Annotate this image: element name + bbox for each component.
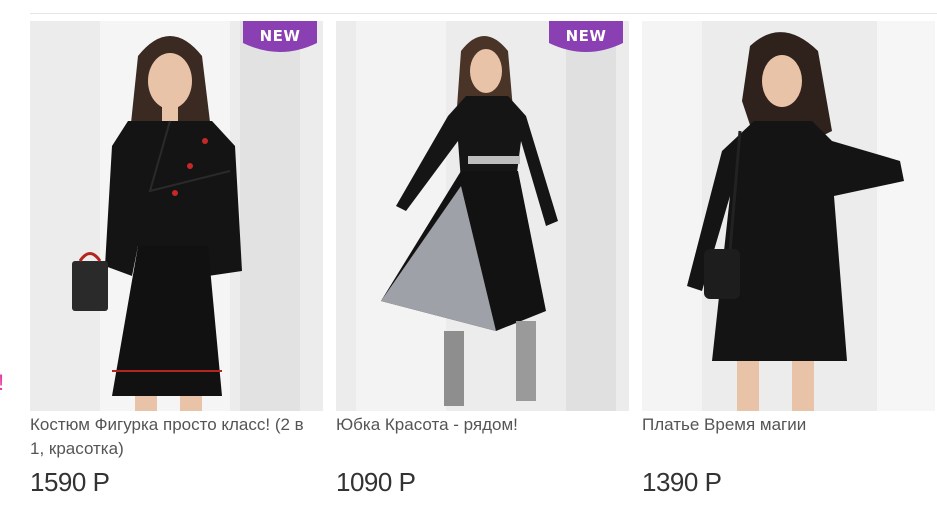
new-badge: NEW <box>243 21 317 57</box>
model-in-dress-illustration <box>642 21 935 411</box>
product-card-2[interactable]: NEW Юбка Красота - рядом! 1090 Р <box>336 21 629 508</box>
product-name[interactable]: Костюм Фигурка просто класс! (2 в 1, кра… <box>30 413 305 461</box>
model-in-skirt-illustration <box>336 21 629 411</box>
new-badge-label: NEW <box>259 27 301 45</box>
product-name[interactable]: Платье Время магии <box>642 413 917 437</box>
cropped-neighbor-text: ! <box>0 370 4 396</box>
product-price: 1590 Р <box>30 467 110 497</box>
new-badge: NEW <box>549 21 623 57</box>
model-in-suit-illustration <box>30 21 323 411</box>
product-photo[interactable]: NEW <box>336 21 629 411</box>
new-badge-label: NEW <box>565 27 607 45</box>
product-photo[interactable]: NEW <box>30 21 323 411</box>
product-photo[interactable] <box>642 21 935 411</box>
product-name[interactable]: Юбка Красота - рядом! <box>336 413 611 437</box>
top-divider <box>30 13 937 14</box>
product-card-3[interactable]: Платье Время магии 1390 Р <box>642 21 935 508</box>
product-card-1[interactable]: NEW Костюм Фигурка просто класс! (2 в 1,… <box>30 21 323 508</box>
product-price: 1390 Р <box>642 467 722 497</box>
product-price: 1090 Р <box>336 467 416 497</box>
